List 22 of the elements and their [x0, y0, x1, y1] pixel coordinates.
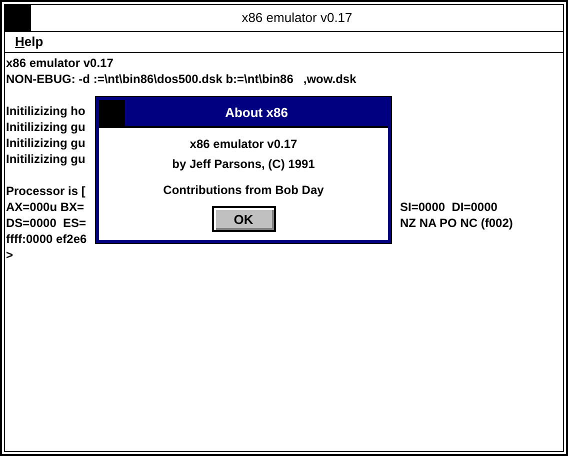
console-line: Processor is [ [6, 183, 86, 199]
system-menu-box[interactable] [99, 100, 125, 126]
dialog-title: About x86 [224, 104, 289, 122]
console-line: > [6, 247, 14, 263]
console-line: SI=0000 DI=0000 [400, 199, 498, 215]
console-line: AX=000u BX= [6, 199, 84, 215]
console-line: Initilizizing ho [6, 103, 86, 119]
dialog-text: x86 emulator v0.17 [190, 136, 298, 152]
console-line: Initilizizing gu [6, 119, 86, 135]
dialog-text: by Jeff Parsons, (C) 1991 [172, 156, 315, 172]
menu-item[interactable]: Help [11, 32, 48, 52]
console-line: NON-EBUG: -d :=\nt\bin86\dos500.dsk b:=\nt\bin86 ,wow.dsk [6, 71, 356, 87]
ok-button[interactable]: OK [212, 206, 276, 232]
console-line: Initilizizing gu [6, 151, 86, 167]
console-line: NZ NA PO NC (f002) [400, 215, 513, 231]
system-menu-box[interactable] [5, 5, 31, 31]
window-title: x86 emulator v0.17 [240, 9, 354, 27]
console-line: ffff:0000 ef2e6 [6, 231, 87, 247]
console-line: Initilizizing gu [6, 135, 86, 151]
console-line: DS=0000 ES= [6, 215, 86, 231]
dialog-text: Contributions from Bob Day [163, 182, 324, 198]
console-line: x86 emulator v0.17 [6, 55, 114, 71]
